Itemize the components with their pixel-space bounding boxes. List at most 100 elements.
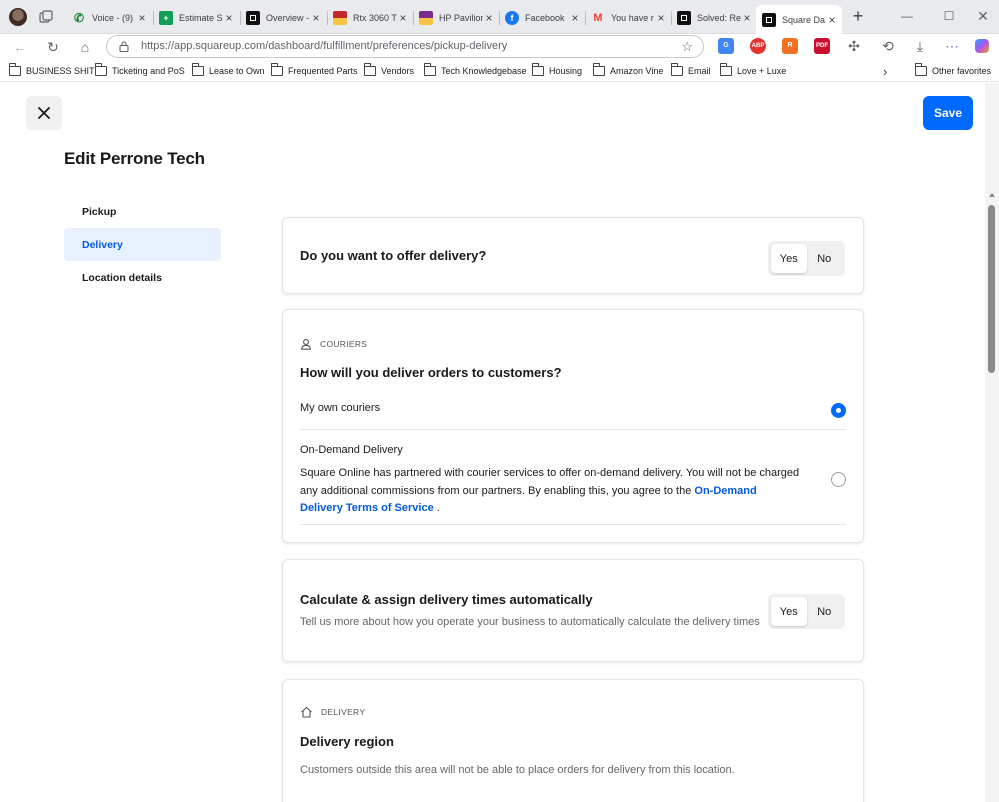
bookmark-label: Love + Luxe xyxy=(737,66,787,76)
sidebar-item-location-details[interactable]: Location details xyxy=(64,261,221,294)
own-couriers-radio[interactable] xyxy=(831,403,846,418)
delivery-region-subtext: Customers outside this area will not be … xyxy=(300,764,735,776)
bookmark-folder[interactable]: Email xyxy=(671,63,711,78)
bookmark-folder[interactable]: Amazon Vine xyxy=(593,63,664,78)
more-menu-icon[interactable]: ⋯ xyxy=(942,36,962,56)
home-icon[interactable]: ⌂ xyxy=(75,37,95,57)
delivery-region-heading: Delivery region xyxy=(300,734,394,749)
option-own-couriers-label: My own couriers xyxy=(300,402,381,414)
lock-icon[interactable] xyxy=(119,41,129,52)
person-icon xyxy=(300,339,312,350)
home-icon xyxy=(301,706,312,718)
browser-tab[interactable]: HP Pavilion × xyxy=(413,5,499,31)
square-icon xyxy=(246,11,260,25)
browser-tab[interactable]: ✆ Voice - (9) × xyxy=(66,5,152,31)
bookmark-label: Housing xyxy=(549,66,583,76)
sheets-icon: + xyxy=(159,11,173,25)
browser-tab[interactable]: Rtx 3060 Ti × xyxy=(327,5,413,31)
bookmark-folder[interactable]: Frequented Parts xyxy=(271,63,358,78)
auto-times-no-button[interactable]: No xyxy=(807,597,843,626)
url-text[interactable]: https://app.squareup.com/dashboard/fulfi… xyxy=(141,40,507,52)
bookmark-folder[interactable]: BUSINESS SHIT xyxy=(9,63,95,78)
browser-tab-active[interactable]: Square Da × xyxy=(756,5,842,34)
browser-tab[interactable]: Solved: Re × xyxy=(671,5,757,31)
sidebar-item-delivery[interactable]: Delivery xyxy=(64,228,221,261)
downloads-icon[interactable]: ⤓ xyxy=(910,36,930,56)
back-icon[interactable]: ← xyxy=(10,37,30,57)
offer-delivery-card: Do you want to offer delivery? Yes No xyxy=(282,217,864,294)
history-icon[interactable]: ⟲ xyxy=(878,36,898,56)
sidebar-nav: Pickup Delivery Location details xyxy=(64,195,221,294)
folder-icon xyxy=(192,63,204,76)
bookmark-label: BUSINESS SHIT xyxy=(26,66,95,76)
option-on-demand-label: On-Demand Delivery xyxy=(300,444,403,456)
delivery-eyebrow: DELIVERY xyxy=(300,706,365,718)
auto-times-toggle: Yes No xyxy=(768,594,845,629)
folder-icon xyxy=(95,63,107,76)
close-tab-icon[interactable]: × xyxy=(826,13,838,27)
browser-tab[interactable]: M You have r × xyxy=(585,5,671,31)
auto-times-yes-button[interactable]: Yes xyxy=(771,597,807,626)
workspaces-icon[interactable] xyxy=(38,9,54,25)
store-icon xyxy=(419,11,433,25)
browser-tab[interactable]: f Facebook × xyxy=(499,5,585,31)
offer-delivery-no-button[interactable]: No xyxy=(807,244,843,273)
close-tab-icon[interactable]: × xyxy=(136,11,148,25)
close-tab-icon[interactable]: × xyxy=(569,11,581,25)
bookmark-folder[interactable]: Vendors xyxy=(364,63,415,78)
bookmark-label: Amazon Vine xyxy=(610,66,664,76)
bookmark-label: Email xyxy=(688,66,711,76)
copilot-icon[interactable] xyxy=(972,36,992,56)
maximize-icon[interactable]: ☐ xyxy=(936,6,962,26)
bookmark-folder[interactable]: Tech Knowledgebase xyxy=(424,63,527,78)
chevron-right-icon[interactable]: › xyxy=(883,64,887,79)
close-tab-icon[interactable]: × xyxy=(741,11,753,25)
bookmark-folder[interactable]: Housing xyxy=(532,63,583,78)
browser-tab[interactable]: Overview - × xyxy=(240,5,326,31)
orange-extension-icon[interactable]: R xyxy=(782,38,798,54)
facebook-icon: f xyxy=(505,11,519,25)
eyebrow-label: COURIERS xyxy=(320,339,368,349)
scrollbar-thumb[interactable] xyxy=(988,205,995,373)
close-tab-icon[interactable]: × xyxy=(397,11,409,25)
reload-icon[interactable]: ↻ xyxy=(43,37,63,57)
address-bar-row: ← ↻ ⌂ https://app.squareup.com/dashboard… xyxy=(0,34,999,60)
folder-icon xyxy=(9,63,21,76)
adblock-icon[interactable]: ABP xyxy=(750,38,766,54)
divider xyxy=(300,524,846,525)
page-content: Save Edit Perrone Tech Pickup Delivery L… xyxy=(0,83,985,802)
minimize-icon[interactable]: — xyxy=(894,6,920,26)
scroll-up-icon[interactable] xyxy=(989,193,995,197)
save-button[interactable]: Save xyxy=(923,96,973,130)
translate-icon[interactable]: G xyxy=(718,38,734,54)
favorite-star-icon[interactable]: ☆ xyxy=(681,39,693,55)
bookmark-folder[interactable]: Lease to Own xyxy=(192,63,265,78)
close-tab-icon[interactable]: × xyxy=(655,11,667,25)
tab-label: Estimate Sp xyxy=(179,13,223,23)
close-tab-icon[interactable]: × xyxy=(223,11,235,25)
folder-icon xyxy=(271,63,283,76)
new-tab-button[interactable]: + xyxy=(849,7,867,26)
bookmark-folder[interactable]: Ticketing and PoS xyxy=(95,63,185,78)
pdf-icon[interactable]: PDF xyxy=(814,38,830,54)
sidebar-item-pickup[interactable]: Pickup xyxy=(64,195,221,228)
close-tab-icon[interactable]: × xyxy=(310,11,322,25)
bookmark-folder[interactable]: Love + Luxe xyxy=(720,63,787,78)
browser-tab[interactable]: + Estimate Sp × xyxy=(153,5,239,31)
url-bar[interactable]: https://app.squareup.com/dashboard/fulfi… xyxy=(106,35,704,58)
tab-label: Voice - (9) xyxy=(92,13,134,23)
description-suffix: . xyxy=(436,502,440,514)
extensions-icon[interactable]: ✣ xyxy=(844,36,864,56)
folder-icon xyxy=(532,63,544,76)
folder-icon xyxy=(364,63,376,76)
on-demand-radio[interactable] xyxy=(831,472,846,487)
other-favorites-folder[interactable]: Other favorites xyxy=(915,63,991,78)
close-button[interactable] xyxy=(26,96,62,130)
page-scrollbar[interactable] xyxy=(985,83,999,802)
offer-delivery-yes-button[interactable]: Yes xyxy=(771,244,807,273)
bookmark-label: Vendors xyxy=(381,66,415,76)
close-window-icon[interactable]: ✕ xyxy=(970,6,996,26)
delivery-region-card: DELIVERY Delivery region Customers outsi… xyxy=(282,679,864,802)
close-tab-icon[interactable]: × xyxy=(483,11,495,25)
profile-avatar[interactable] xyxy=(9,8,27,26)
